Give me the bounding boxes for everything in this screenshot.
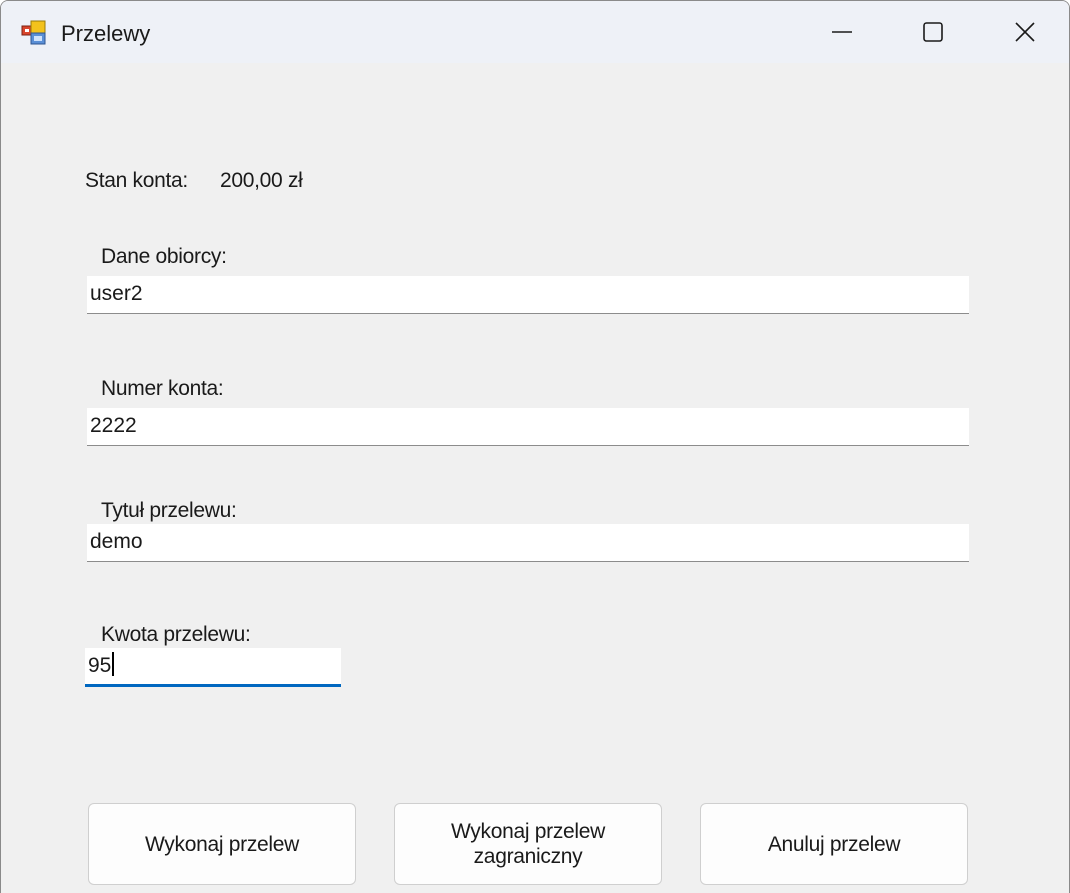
recipient-input-value: user2 [90, 282, 143, 305]
window-title: Przelewy [61, 21, 151, 46]
amount-input-value: 95 [88, 654, 112, 677]
title-bar[interactable]: Przelewy [1, 1, 1069, 63]
maximize-button[interactable] [887, 1, 979, 63]
transfer-button[interactable]: Wykonaj przelew [88, 803, 356, 885]
balance-value: 200,00 zł [220, 169, 303, 192]
close-icon [1015, 22, 1035, 42]
transfer-title-label: Tytuł przelewu: [101, 499, 237, 522]
account-number-label: Numer konta: [101, 377, 224, 400]
maximize-icon [923, 22, 943, 42]
foreign-transfer-button[interactable]: Wykonaj przelew zagraniczny [394, 803, 662, 885]
account-number-input-value: 2222 [90, 414, 137, 437]
transfer-title-input-value: demo [90, 530, 143, 553]
text-caret [112, 652, 115, 677]
close-button[interactable] [979, 1, 1069, 63]
app-icon [21, 20, 46, 45]
amount-label: Kwota przelewu: [101, 623, 251, 646]
minimize-button[interactable] [796, 1, 888, 63]
account-number-input[interactable]: 2222 [87, 408, 969, 446]
minimize-icon [832, 31, 852, 33]
balance-label: Stan konta: [85, 169, 188, 192]
transfers-window: Przelewy Stan konta: 200,00 zł Dane obio… [0, 0, 1070, 893]
recipient-input[interactable]: user2 [87, 276, 969, 314]
cancel-transfer-button[interactable]: Anuluj przelew [700, 803, 968, 885]
amount-input[interactable]: 95 [85, 648, 341, 687]
transfer-title-input[interactable]: demo [87, 524, 969, 562]
recipient-label: Dane obiorcy: [101, 245, 227, 268]
